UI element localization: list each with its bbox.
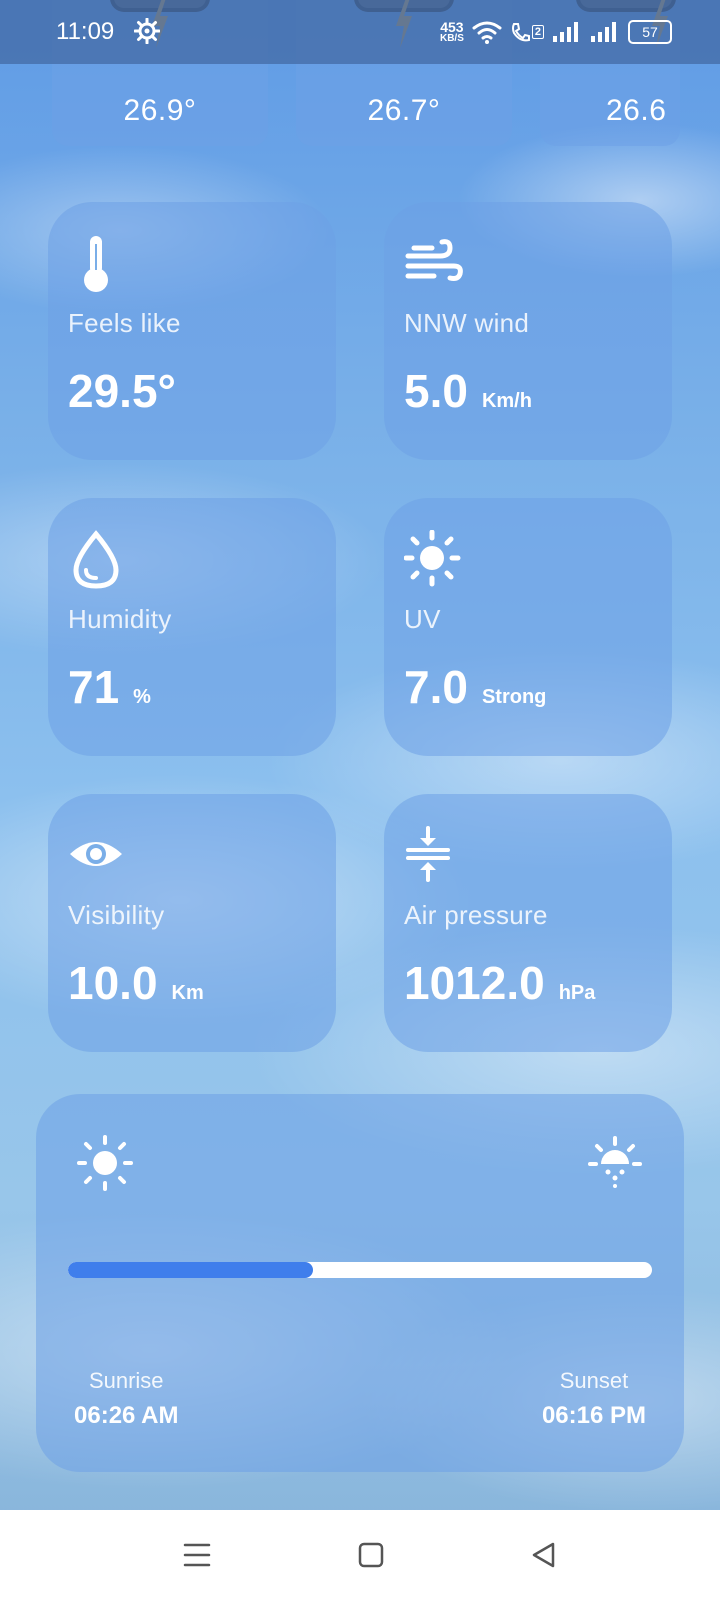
- eye-icon: [70, 842, 122, 866]
- tile-unit: Km/h: [481, 390, 532, 412]
- sunset-icon: [588, 1136, 642, 1188]
- gear-icon: [134, 18, 160, 44]
- back-button[interactable]: [520, 1532, 566, 1578]
- menu-button[interactable]: [174, 1532, 220, 1578]
- menu-icon: [183, 1543, 211, 1567]
- signal-icon: [591, 22, 616, 42]
- hourly-temp: 26.9°: [123, 94, 197, 127]
- tile-value: 1012.0: [404, 957, 545, 1009]
- tile-label: Air pressure: [404, 900, 548, 930]
- tile-unit: hPa: [558, 982, 596, 1004]
- wind-icon: [405, 239, 463, 281]
- tile-value: 10.0: [68, 957, 158, 1009]
- hourly-temp: 26.6: [606, 94, 667, 127]
- hourly-temp: 26.7°: [367, 94, 441, 127]
- signal-icon: [553, 22, 578, 42]
- pressure-icon: [406, 826, 450, 882]
- home-square-icon: [358, 1542, 384, 1568]
- sunset-info: Sunset 06:16 PM: [542, 1368, 646, 1430]
- network-speed-value: 453: [440, 19, 464, 35]
- status-time: 11:09: [56, 18, 115, 45]
- tile-label: UV: [404, 604, 441, 634]
- uv-tile[interactable]: UV 7.0 Strong: [384, 498, 672, 756]
- volte-call-indicator: 2: [510, 21, 544, 43]
- tile-label: Feels like: [68, 308, 181, 338]
- visibility-tile[interactable]: Visibility 10.0 Km: [48, 794, 336, 1052]
- tile-unit: Km: [171, 982, 204, 1004]
- feels-like-tile[interactable]: Feels like 29.5°: [48, 202, 336, 460]
- daylight-progress-fill: [68, 1262, 314, 1278]
- sunrise-time: 06:26 AM: [74, 1402, 179, 1429]
- status-bar: 11:09 453 KB/S 2 57: [0, 0, 720, 64]
- sunrise-label: Sunrise: [88, 1368, 164, 1393]
- water-drop-icon: [73, 530, 119, 589]
- sunset-time: 06:16 PM: [541, 1402, 646, 1429]
- daylight-progress-bar: [68, 1262, 652, 1278]
- tile-value: 7.0: [404, 661, 468, 713]
- sim-slot-label: 2: [531, 25, 544, 39]
- tile-value: 71: [68, 661, 120, 713]
- wifi-icon: [472, 21, 502, 44]
- air-pressure-tile[interactable]: Air pressure 1012.0 hPa: [384, 794, 672, 1052]
- back-triangle-icon: [532, 1542, 555, 1568]
- network-speed: 453 KB/S: [440, 20, 464, 44]
- sun-icon: [404, 530, 461, 587]
- sunset-label: Sunset: [559, 1368, 629, 1393]
- navigation-bar: [0, 1510, 720, 1600]
- network-speed-unit: KB/S: [439, 33, 464, 44]
- humidity-tile[interactable]: Humidity 71 %: [48, 498, 336, 756]
- thermometer-icon: [84, 236, 108, 292]
- phone-wifi-icon: [511, 23, 530, 42]
- weather-screen: 26.9° 26.7° 26.6 11:09 453 KB/S 2 57 Fee…: [0, 0, 720, 1600]
- tile-value: 5.0: [404, 365, 468, 417]
- home-button[interactable]: [348, 1532, 394, 1578]
- sunrise-info: Sunrise 06:26 AM: [74, 1368, 178, 1430]
- status-indicators: 453 KB/S 2 57: [440, 14, 672, 50]
- tile-unit: %: [133, 686, 151, 708]
- sun-card[interactable]: Sunrise 06:26 AM Sunset 06:16 PM: [36, 1094, 684, 1472]
- tile-value: 29.5°: [68, 365, 176, 417]
- wind-tile[interactable]: NNW wind 5.0 Km/h: [384, 202, 672, 460]
- tile-unit: Strong: [481, 686, 547, 708]
- tile-label: Humidity: [68, 604, 172, 634]
- battery-indicator: 57: [628, 20, 672, 44]
- tile-label: Visibility: [68, 900, 165, 930]
- battery-level: 57: [642, 24, 658, 40]
- sunrise-sun-icon: [77, 1135, 133, 1191]
- tile-label: NNW wind: [404, 308, 530, 338]
